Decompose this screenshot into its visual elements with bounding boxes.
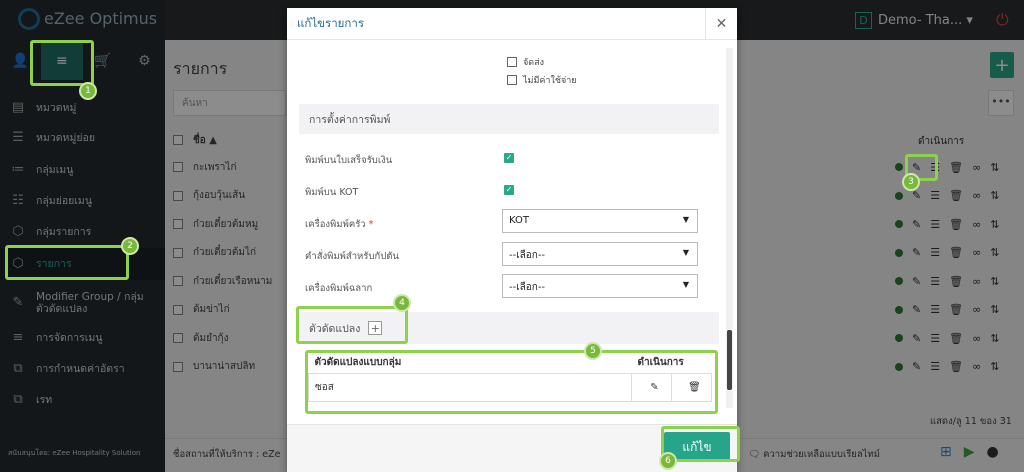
- step-badge: 2: [121, 237, 139, 255]
- caret-down-icon: ▼: [682, 280, 689, 289]
- kitchen-printer-select[interactable]: KOT ▼: [502, 209, 698, 233]
- delivery-checkbox[interactable]: จัดส่ง: [507, 55, 544, 69]
- caret-down-icon: ▼: [682, 248, 689, 257]
- kitchen-printer-label: เครื่องพิมพ์ครัว *: [305, 217, 373, 232]
- select-value: KOT: [509, 215, 529, 226]
- highlight-box: [305, 350, 718, 414]
- bill-printer-label: คำสั่งพิมพ์สำหรับกัปตัน: [305, 251, 399, 262]
- highlight-box: [30, 40, 94, 86]
- highlight-box: [5, 245, 129, 280]
- label-printer-select[interactable]: --เลือก-- ▼: [502, 274, 698, 298]
- print-kot-checkbox[interactable]: ✓: [504, 185, 514, 195]
- field-label: เครื่องพิมพ์ครัว: [305, 219, 366, 230]
- no-charge-checkbox[interactable]: ไม่มีค่าใช้จ่าย: [507, 73, 577, 87]
- modal-title: แก้ไขรายการ: [287, 8, 737, 40]
- step-badge: 4: [393, 294, 411, 312]
- print-receipt-checkbox[interactable]: ✓: [504, 153, 514, 163]
- step-badge: 1: [79, 82, 97, 100]
- checkbox-box: [507, 57, 517, 67]
- step-badge: 3: [902, 173, 920, 191]
- close-icon[interactable]: ✕: [705, 8, 737, 40]
- checkbox-label: จัดส่ง: [523, 58, 545, 68]
- checkbox-box: [507, 75, 517, 85]
- label-printer-label: เครื่องพิมพ์ฉลาก: [305, 283, 373, 294]
- print-settings-header: การตั้งค่าการพิมพ์: [299, 104, 719, 134]
- caret-down-icon: ▼: [682, 215, 689, 224]
- scrollbar-thumb[interactable]: [727, 330, 732, 390]
- step-badge: 6: [659, 452, 677, 470]
- checkbox-label: ไม่มีค่าใช้จ่าย: [523, 76, 577, 86]
- select-value: --เลือก--: [509, 250, 546, 261]
- select-value: --เลือก--: [509, 282, 546, 293]
- highlight-box: [296, 306, 408, 344]
- step-badge: 5: [584, 342, 602, 360]
- bill-printer-select[interactable]: --เลือก-- ▼: [502, 242, 698, 266]
- print-receipt-label: พิมพ์บนใบเสร็จรับเงิน: [305, 155, 393, 166]
- print-kot-label: พิมพ์บน KOT: [305, 187, 359, 198]
- required-marker: *: [368, 219, 374, 230]
- modal-scrollbar[interactable]: [726, 48, 733, 408]
